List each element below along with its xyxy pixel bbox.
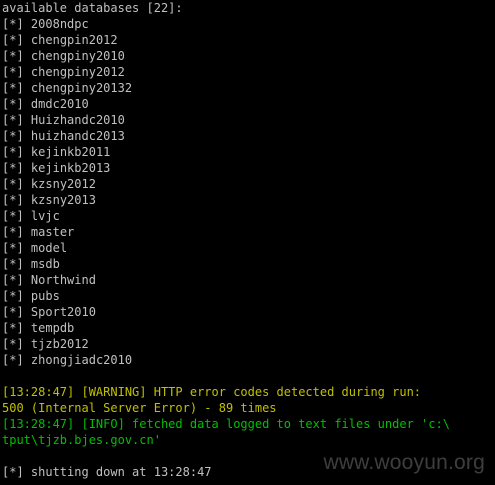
database-item: [*] tjzb2012: [2, 336, 495, 352]
database-prefix: [*]: [2, 145, 24, 159]
database-name: chengpiny2012: [30, 65, 125, 79]
database-item: [*] master: [2, 224, 495, 240]
database-item: [*] pubs: [2, 288, 495, 304]
database-item: [*] chengpiny2012: [2, 64, 495, 80]
database-name: Northwind: [30, 273, 96, 287]
database-name: lvjc: [30, 209, 60, 223]
database-name: tempdb: [30, 321, 75, 335]
database-prefix: [*]: [2, 81, 24, 95]
database-prefix: [*]: [2, 257, 24, 271]
database-name: chengpiny2010: [30, 49, 125, 63]
warning-message-line-1: [13:28:47] [WARNING] HTTP error codes de…: [2, 385, 422, 399]
database-prefix: [*]: [2, 225, 24, 239]
available-databases-header: available databases [22]:: [2, 1, 183, 15]
database-name: huizhandc2013: [30, 129, 125, 143]
database-prefix: [*]: [2, 129, 24, 143]
database-item: [*] lvjc: [2, 208, 495, 224]
database-name: 2008ndpc: [30, 17, 89, 31]
database-item: [*] model: [2, 240, 495, 256]
database-prefix: [*]: [2, 209, 24, 223]
database-prefix: [*]: [2, 17, 24, 31]
database-name: dmdc2010: [30, 97, 89, 111]
database-prefix: [*]: [2, 305, 24, 319]
database-name: chengpin2012: [30, 33, 118, 47]
database-prefix: [*]: [2, 273, 24, 287]
database-prefix: [*]: [2, 33, 24, 47]
database-item: [*] huizhandc2013: [2, 128, 495, 144]
database-name: msdb: [30, 257, 60, 271]
database-item: [*] Sport2010: [2, 304, 495, 320]
database-name: tjzb2012: [30, 337, 89, 351]
database-prefix: [*]: [2, 337, 24, 351]
database-name: kejinkb2013: [30, 161, 111, 175]
database-name: chengpiny20132: [30, 81, 133, 95]
database-item: [*] zhongjiadc2010: [2, 352, 495, 368]
database-prefix: [*]: [2, 65, 24, 79]
database-name: pubs: [30, 289, 60, 303]
database-prefix: [*]: [2, 49, 24, 63]
database-prefix: [*]: [2, 289, 24, 303]
database-item: [*] kejinkb2011: [2, 144, 495, 160]
database-name: master: [30, 225, 75, 239]
database-prefix: [*]: [2, 321, 24, 335]
database-item: [*] kzsny2013: [2, 192, 495, 208]
database-item: [*] dmdc2010: [2, 96, 495, 112]
console-window: available databases [22]: [*] 2008ndpc […: [0, 0, 495, 485]
info-message-line-1: [13:28:47] [INFO] fetched data logged to…: [2, 417, 450, 431]
database-item: [*] chengpiny20132: [2, 80, 495, 96]
database-name: model: [30, 241, 68, 255]
database-prefix: [*]: [2, 113, 24, 127]
database-name: Huizhandc2010: [30, 113, 125, 127]
watermark: www.wooyun.org: [323, 451, 485, 474]
database-item: [*] kejinkb2013: [2, 160, 495, 176]
database-item: [*] chengpiny2010: [2, 48, 495, 64]
database-name: kzsny2013: [30, 193, 96, 207]
database-item: [*] Northwind: [2, 272, 495, 288]
database-name: kzsny2012: [30, 177, 96, 191]
info-message-line-2: tput\tjzb.bjes.gov.cn': [2, 433, 161, 447]
database-prefix: [*]: [2, 177, 24, 191]
database-list: [*] 2008ndpc [*] chengpin2012 [*] chengp…: [2, 16, 495, 368]
database-prefix: [*]: [2, 241, 24, 255]
database-name: zhongjiadc2010: [30, 353, 133, 367]
database-item: [*] tempdb: [2, 320, 495, 336]
database-item: [*] kzsny2012: [2, 176, 495, 192]
database-name: kejinkb2011: [30, 145, 111, 159]
database-name: Sport2010: [30, 305, 96, 319]
database-prefix: [*]: [2, 97, 24, 111]
database-item: [*] Huizhandc2010: [2, 112, 495, 128]
database-prefix: [*]: [2, 353, 24, 367]
warning-message-line-2: 500 (Internal Server Error) - 89 times: [2, 401, 277, 415]
database-item: [*] msdb: [2, 256, 495, 272]
database-prefix: [*]: [2, 161, 24, 175]
database-prefix: [*]: [2, 193, 24, 207]
database-item: [*] chengpin2012: [2, 32, 495, 48]
database-item: [*] 2008ndpc: [2, 16, 495, 32]
